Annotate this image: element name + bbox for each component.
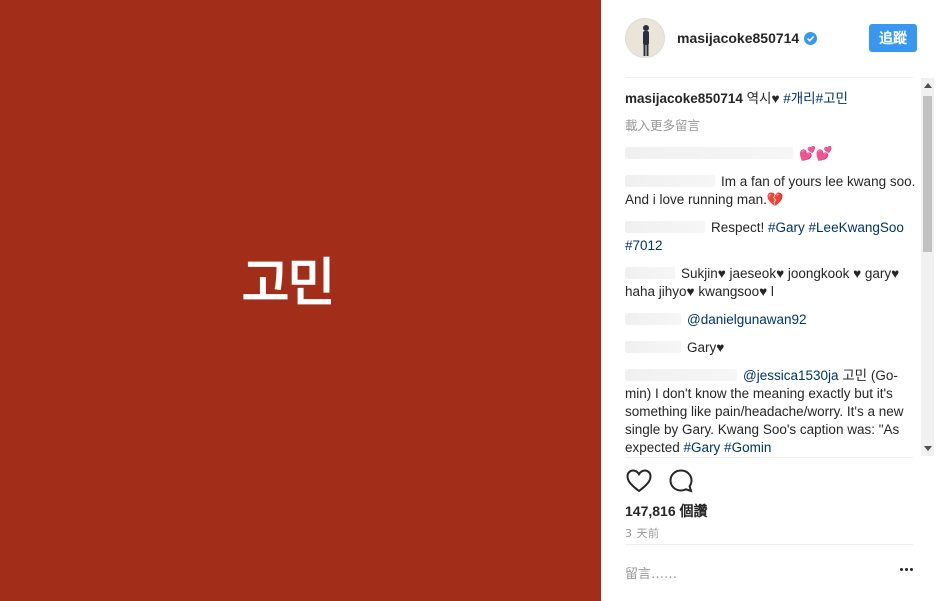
post-side-panel: masijacoke850714 追蹤 masijacoke850714 역시♥… xyxy=(601,0,936,601)
list-item: Respect! #Gary #LeeKwangSoo #7012 xyxy=(625,219,921,255)
comment-icon[interactable] xyxy=(667,467,695,495)
avatar[interactable] xyxy=(625,18,665,58)
comment-username[interactable] xyxy=(625,341,681,353)
post-timestamp[interactable]: 3 天前 xyxy=(625,525,660,541)
comment-username[interactable] xyxy=(625,147,793,159)
comment-username[interactable] xyxy=(625,175,715,187)
comment-input[interactable] xyxy=(625,566,875,582)
actions-divider xyxy=(625,457,913,458)
post-media[interactable]: 고민 xyxy=(0,0,601,601)
comment-text: Gary♥ xyxy=(687,340,725,355)
avatar-figure-icon xyxy=(626,19,664,57)
scroll-up-arrow-icon[interactable] xyxy=(924,83,932,88)
comment-hashtags[interactable]: #Gary #Gomin xyxy=(684,440,772,455)
heart-icon[interactable] xyxy=(625,467,653,495)
post-header: masijacoke850714 追蹤 xyxy=(625,16,917,60)
list-item: @danielgunawan92 xyxy=(625,311,921,329)
header-divider xyxy=(625,77,913,78)
comment-box-divider xyxy=(625,544,913,545)
caption-hashtags[interactable]: #개리#고민 xyxy=(783,91,848,106)
scroll-thumb[interactable] xyxy=(923,96,932,252)
comment-username[interactable] xyxy=(625,313,681,325)
caption-text: 역시♥ xyxy=(746,91,780,106)
comment-username[interactable] xyxy=(625,267,675,279)
add-comment-section xyxy=(625,560,913,588)
list-item: 💕💕 xyxy=(625,145,921,163)
likes-unit: 個讚 xyxy=(679,504,708,520)
list-item: @jessica1530ja 고민 (Go-min) I don't know … xyxy=(625,367,921,456)
load-more-comments-link[interactable]: 載入更多留言 xyxy=(625,117,921,135)
likes-count[interactable]: 147,816 個讚 xyxy=(625,501,708,521)
comment-mention[interactable]: @jessica1530ja xyxy=(743,368,839,383)
comments-scrollbar[interactable] xyxy=(921,78,934,456)
verified-badge-icon xyxy=(804,31,818,45)
likes-number: 147,816 xyxy=(625,503,676,519)
comment-text: 💕💕 xyxy=(799,146,833,161)
caption: masijacoke850714 역시♥ #개리#고민 xyxy=(625,90,921,108)
comments-list[interactable]: masijacoke850714 역시♥ #개리#고민 載入更多留言 💕💕 Im… xyxy=(625,88,921,456)
more-options-icon[interactable] xyxy=(900,568,913,571)
follow-button[interactable]: 追蹤 xyxy=(869,24,917,52)
caption-username[interactable]: masijacoke850714 xyxy=(625,91,743,106)
comment-username[interactable] xyxy=(625,369,737,381)
comment-mention[interactable]: @danielgunawan92 xyxy=(687,312,807,327)
list-item: Sukjin♥ jaeseok♥ joongkook ♥ gary♥ haha … xyxy=(625,265,921,301)
list-item: Im a fan of yours lee kwang soo. And i l… xyxy=(625,173,921,209)
scroll-down-arrow-icon[interactable] xyxy=(924,446,932,451)
header-username[interactable]: masijacoke850714 xyxy=(677,30,799,46)
list-item: Gary♥ xyxy=(625,339,921,357)
media-text: 고민 xyxy=(241,254,336,314)
comment-text: Respect! xyxy=(711,220,769,235)
comment-username[interactable] xyxy=(625,221,705,233)
post-actions xyxy=(625,466,709,496)
